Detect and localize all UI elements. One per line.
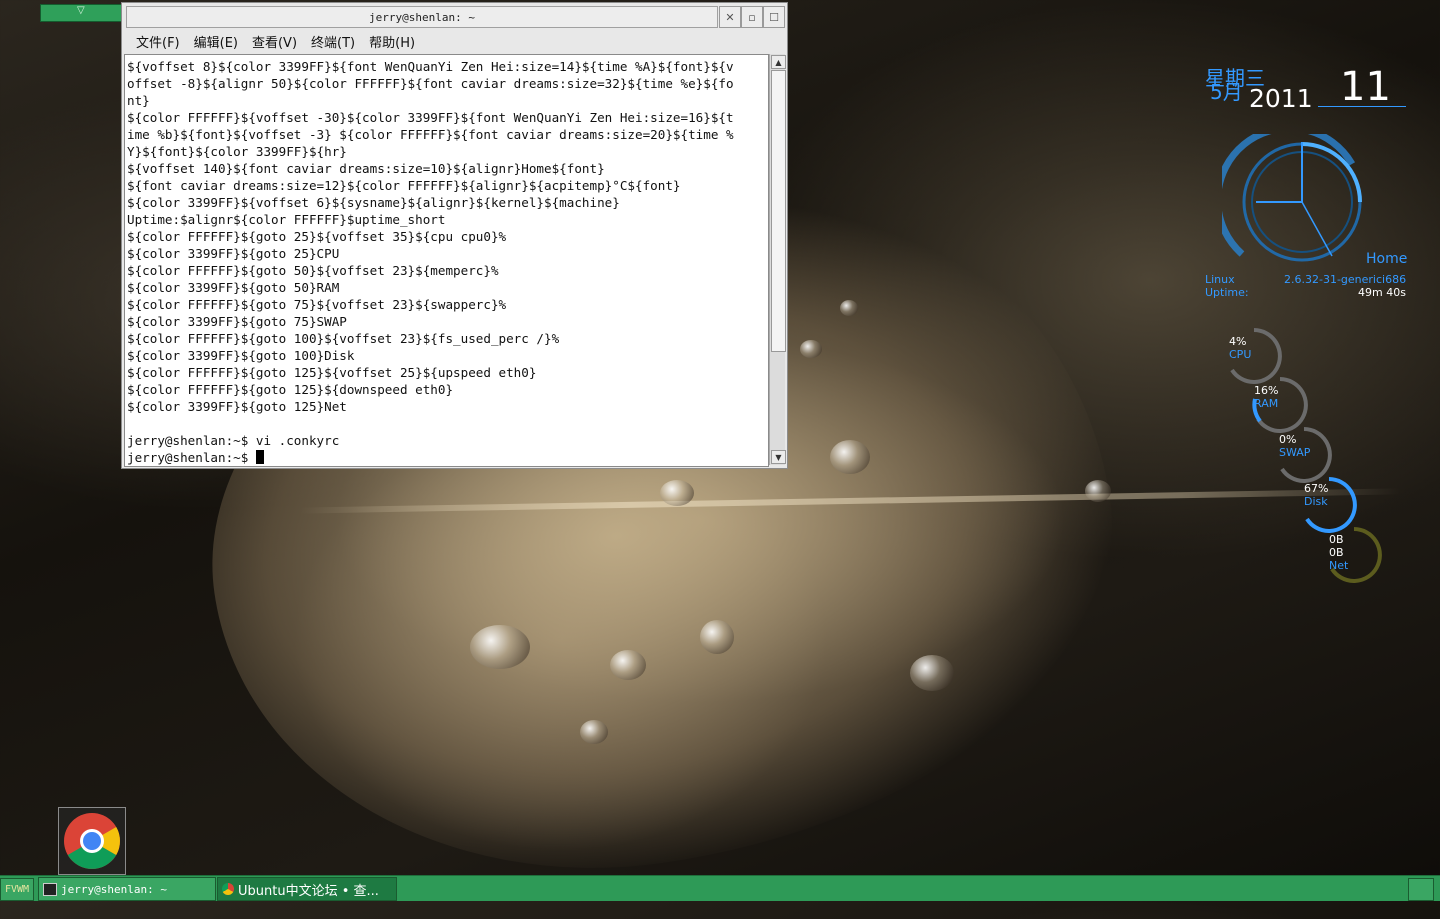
taskbar-item-terminal[interactable]: jerry@shenlan: ~	[38, 877, 216, 901]
menu-terminal[interactable]: 终端(T)	[311, 32, 355, 51]
wallpaper-drop	[470, 625, 530, 669]
net-down: 0B	[1329, 546, 1344, 559]
wallpaper-drop	[610, 650, 646, 680]
conky-sysname: Linux	[1205, 273, 1235, 286]
wallpaper-drop	[660, 480, 694, 506]
wallpaper-drop	[840, 300, 858, 316]
menu-view[interactable]: 查看(V)	[252, 32, 297, 51]
text-cursor	[255, 450, 264, 464]
desktop-pager[interactable]: ▽	[40, 4, 122, 22]
meter-value-cpu: 4%	[1229, 335, 1247, 348]
taskbar-item-label: jerry@shenlan: ~	[61, 882, 167, 896]
terminal-icon	[43, 882, 57, 896]
wallpaper-drop	[830, 440, 870, 474]
taskbar: FVWM jerry@shenlan: ~ Ubuntu中文论坛 • 查...	[0, 875, 1440, 901]
wallpaper-drop	[580, 720, 608, 744]
meter-value-disk: 67%	[1304, 482, 1329, 495]
conky-uptime: 49m 40s	[1358, 286, 1406, 299]
scroll-down-icon[interactable]: ▼	[771, 450, 786, 464]
meter-label-cpu: CPU	[1229, 348, 1252, 361]
terminal-output[interactable]: ${voffset 8}${color 3399FF}${font WenQua…	[124, 54, 769, 467]
conky-year: 2011	[1249, 84, 1313, 113]
scroll-up-icon[interactable]: ▲	[771, 55, 786, 69]
net-label: Net	[1329, 559, 1349, 572]
net-up: 0B	[1329, 533, 1344, 546]
meter-label-swap: SWAP	[1279, 446, 1311, 459]
wallpaper-drop	[800, 340, 822, 358]
conky-month: 5月	[1210, 80, 1243, 104]
wallpaper-drop	[910, 655, 954, 691]
fvwm-start-button[interactable]: FVWM	[0, 878, 34, 901]
menu-bar: 文件(F) 编辑(E) 查看(V) 终端(T) 帮助(H)	[122, 30, 787, 52]
taskbar-end-button[interactable]	[1408, 878, 1434, 901]
terminal-text: ${voffset 8}${color 3399FF}${font WenQua…	[127, 59, 734, 465]
meter-label-ram: RAM	[1254, 397, 1279, 410]
menu-file[interactable]: 文件(F)	[136, 32, 180, 51]
minimize-icon[interactable]: ▫	[741, 6, 763, 28]
pager-arrow: ▽	[77, 5, 85, 16]
maximize-icon[interactable]: ☐	[763, 6, 785, 28]
wallpaper-drop	[700, 620, 734, 654]
conky-clock	[1222, 134, 1362, 262]
conky-day: 11	[1340, 64, 1391, 110]
conky-hr	[1318, 106, 1406, 107]
meter-value-swap: 0%	[1279, 433, 1297, 446]
conky-kernel: 2.6.32-31-generici686	[1284, 273, 1407, 286]
terminal-window[interactable]: jerry@shenlan: ~ ✕ ▫ ☐ 文件(F) 编辑(E) 查看(V)…	[121, 2, 788, 469]
chrome-icon	[222, 883, 234, 895]
window-title[interactable]: jerry@shenlan: ~	[126, 6, 718, 28]
taskbar-item-label: Ubuntu中文论坛 • 查...	[238, 883, 379, 899]
menu-edit[interactable]: 编辑(E)	[194, 32, 238, 51]
conky-uptime-label: Uptime:	[1205, 286, 1249, 299]
scrollbar[interactable]: ▲ ▼	[769, 54, 786, 465]
close-icon[interactable]: ✕	[719, 6, 741, 28]
meter-value-ram: 16%	[1254, 384, 1279, 397]
scrollbar-thumb[interactable]	[771, 70, 786, 352]
meter-label-disk: Disk	[1304, 495, 1328, 508]
chrome-desktop-icon[interactable]	[58, 807, 126, 875]
menu-help[interactable]: 帮助(H)	[369, 32, 415, 51]
conky-home: Home	[1366, 251, 1408, 267]
taskbar-item-browser[interactable]: Ubuntu中文论坛 • 查...	[217, 877, 397, 901]
chrome-icon	[64, 813, 120, 869]
wallpaper-drop	[1085, 480, 1111, 502]
